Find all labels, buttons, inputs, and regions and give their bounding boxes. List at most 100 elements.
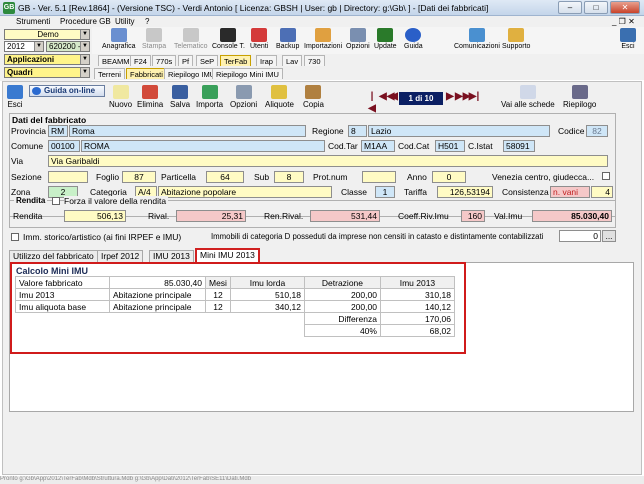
tab-fabbricati[interactable]: Fabbricati	[126, 68, 167, 79]
provincia-name-field[interactable]: Roma	[69, 125, 306, 137]
prev-page-icon[interactable]: ◀◀	[379, 91, 394, 103]
immobili-d-field[interactable]: 0	[559, 230, 601, 242]
tab-terfab[interactable]: TerFab	[220, 55, 252, 66]
supporto-label: Supporto	[502, 43, 531, 50]
utenti-label: Utenti	[250, 43, 269, 50]
telematico-button[interactable]: Telematico	[174, 28, 207, 50]
regione-code-field[interactable]: 8	[348, 125, 367, 137]
elimina-button[interactable]: Elimina	[137, 85, 163, 109]
storico-label: Imm. storico/artistico (ai fini IRPEF e …	[23, 232, 182, 242]
tab-beamm[interactable]: BEAMM	[98, 55, 134, 66]
supporto-button[interactable]: Supporto	[502, 28, 530, 50]
storico-checkbox[interactable]	[11, 233, 19, 241]
tab-riepilogo-mini-imu[interactable]: Riepilogo Mini IMU	[212, 68, 283, 79]
importazioni-button[interactable]: Importazioni	[304, 28, 342, 50]
tab-riepilogo-imu[interactable]: Riepilogo IMU	[164, 68, 220, 79]
sub-field[interactable]: 8	[274, 171, 304, 183]
menu-procedure[interactable]: Procedure GB	[60, 17, 111, 26]
aliquote-button[interactable]: Aliquote	[265, 85, 294, 109]
venezia-checkbox[interactable]	[602, 172, 610, 180]
tab-imu-2013[interactable]: IMU 2013	[149, 250, 194, 262]
close-button[interactable]: ✕	[610, 1, 640, 14]
tab-770s[interactable]: 770s	[152, 55, 177, 66]
consistenza-field[interactable]: 4	[591, 186, 613, 198]
tab-pf[interactable]: Pf	[178, 55, 194, 66]
opzioni-button[interactable]: Opzioni	[346, 28, 370, 50]
first-record-icon[interactable]: |◀	[367, 91, 377, 114]
importa-button[interactable]: Importa	[196, 85, 223, 109]
year-select[interactable]: 2012 ▼	[4, 41, 44, 52]
provincia-code-field[interactable]: RM	[48, 125, 68, 137]
last-record-icon[interactable]: ▶|	[468, 91, 480, 103]
codtar-field[interactable]: M1AA	[361, 140, 395, 152]
tariffa-field[interactable]: 126,53194	[437, 186, 493, 198]
guida-online-button[interactable]: Guida on-line	[29, 85, 105, 97]
esci-button[interactable]: Esci	[7, 85, 23, 109]
sezione-field[interactable]	[48, 171, 88, 183]
consistenza-unit-field[interactable]: n. vani	[550, 186, 590, 198]
vai-schede-button[interactable]: Vai alle schede	[501, 85, 555, 109]
nuovo-button[interactable]: Nuovo	[109, 85, 132, 109]
particella-field[interactable]: 64	[206, 171, 244, 183]
opzioni-form-label: Opzioni	[230, 100, 258, 109]
update-button[interactable]: Update	[374, 28, 397, 50]
row-detrazione: 200,00	[303, 288, 381, 301]
codcat-field[interactable]: H501	[435, 140, 465, 152]
comune-name-field[interactable]: ROMA	[81, 140, 325, 152]
maximize-button[interactable]: □	[584, 1, 608, 14]
menu-help[interactable]: ?	[145, 17, 149, 26]
categoria-desc-field[interactable]: Abitazione popolare	[158, 186, 332, 198]
next-record-icon[interactable]: ▶	[445, 91, 455, 103]
tab-irpef-2012[interactable]: Irpef 2012	[97, 250, 144, 262]
minimize-button[interactable]: –	[558, 1, 582, 14]
esci-app-button[interactable]: Esci	[620, 28, 636, 50]
module-select[interactable]: Applicazioni ▼	[4, 54, 90, 65]
anagrafica-label: Anagrafica	[102, 43, 136, 50]
salva-button[interactable]: Salva	[170, 85, 190, 109]
prev-record-icon[interactable]: ◀	[389, 91, 399, 103]
tab-utilizzo[interactable]: Utilizzo del fabbricato	[9, 250, 98, 262]
comunicazioni-button[interactable]: Comunicazioni	[454, 28, 500, 50]
code-select[interactable]: 620200 - ▼	[46, 41, 90, 52]
esci-label: Esci	[7, 100, 23, 109]
tab-730[interactable]: 730	[304, 55, 325, 66]
nuovo-label: Nuovo	[109, 100, 133, 109]
immobili-d-browse-button[interactable]: ...	[602, 230, 616, 242]
anagrafica-button[interactable]: Anagrafica	[102, 28, 135, 50]
guida-label: Guida	[404, 43, 423, 50]
mdi-controls[interactable]: _ ❐ ✕	[612, 17, 635, 26]
forza-rendita-checkbox[interactable]	[52, 197, 60, 205]
menu-strumenti[interactable]: Strumenti	[16, 17, 50, 26]
company-select[interactable]: Demo ▼	[4, 29, 90, 40]
tab-f24[interactable]: F24	[130, 55, 151, 66]
tab-irap[interactable]: Irap	[256, 55, 277, 66]
utenti-button[interactable]: Utenti	[250, 28, 268, 50]
sub-value: Quadri	[7, 68, 33, 77]
anno-label: Anno	[407, 172, 427, 182]
rendita-field[interactable]: 506,13	[64, 210, 126, 222]
menu-utility[interactable]: Utility	[115, 17, 135, 26]
copia-button[interactable]: Copia	[303, 85, 324, 109]
backup-button[interactable]: Backup	[276, 28, 299, 50]
console-button[interactable]: Console T.	[212, 28, 245, 50]
tab-lav[interactable]: Lav	[282, 55, 303, 66]
classe-field[interactable]: 1	[375, 186, 395, 198]
sub-label: Sub	[254, 172, 270, 182]
tab-terreni[interactable]: Terreni	[94, 68, 125, 79]
tab-sep[interactable]: SeP	[196, 55, 219, 66]
tab-mini-imu-2013[interactable]: Mini IMU 2013	[195, 248, 260, 262]
next-page-icon[interactable]: ▶▶	[455, 91, 470, 103]
comune-code-field[interactable]: 00100	[48, 140, 80, 152]
anno-field[interactable]: 0	[432, 171, 466, 183]
opzioni-form-button[interactable]: Opzioni	[230, 85, 257, 109]
foglio-field[interactable]: 87	[122, 171, 156, 183]
sub-select[interactable]: Quadri ▼	[4, 67, 90, 78]
via-field[interactable]: Via Garibaldi	[48, 155, 608, 167]
protnum-field[interactable]	[362, 171, 396, 183]
venezia-label: Venezia centro, giudecca...	[492, 172, 595, 182]
riepilogo-button[interactable]: Riepilogo	[563, 85, 596, 109]
stampa-button[interactable]: Stampa	[142, 28, 166, 50]
guida-button[interactable]: Guida	[404, 28, 423, 50]
regione-name-field[interactable]: Lazio	[368, 125, 550, 137]
cistat-field[interactable]: 58091	[503, 140, 535, 152]
